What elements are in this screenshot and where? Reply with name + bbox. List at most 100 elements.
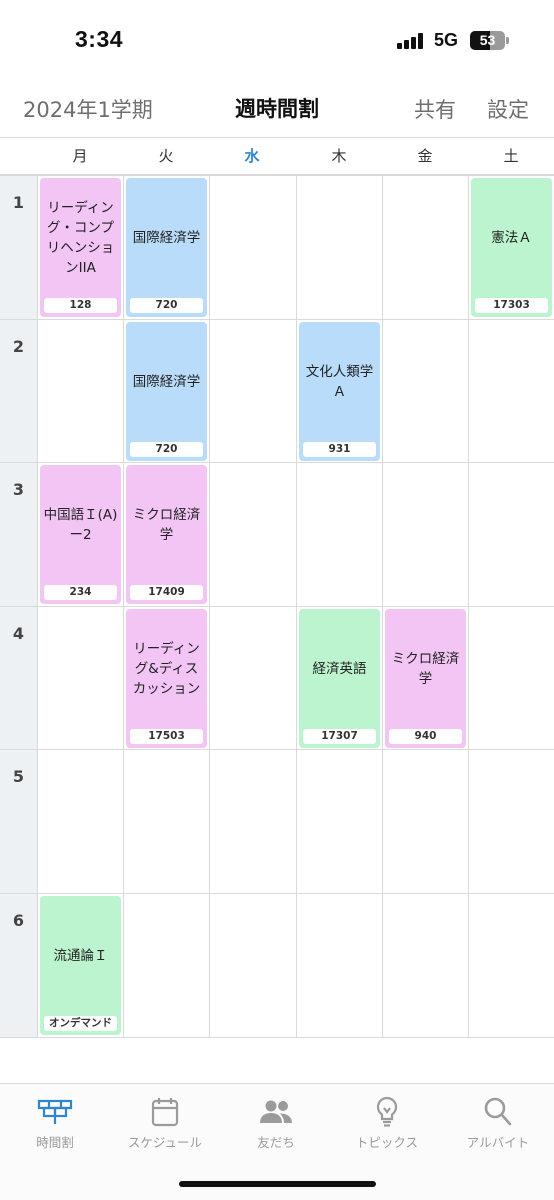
weekday-label: 木: [331, 147, 347, 165]
course-card[interactable]: 国際経済学 720: [126, 322, 207, 461]
period-number: 5: [12, 767, 25, 786]
tab-label: 友だち: [257, 1135, 295, 1150]
course-card[interactable]: 国際経済学 720: [126, 178, 207, 317]
empty-slot[interactable]: [383, 894, 468, 1037]
course-card[interactable]: リーディング&ディスカッション 17503: [126, 609, 207, 748]
period-number: 1: [12, 193, 25, 212]
network-type: 5G: [434, 30, 459, 50]
empty-slot[interactable]: [210, 463, 295, 606]
tab-friends[interactable]: 友だち: [221, 1092, 331, 1156]
course-card[interactable]: ミクロ経済学 17409: [126, 465, 207, 604]
weekday-label: 水: [244, 147, 260, 165]
course-name: 中国語Ｉ(A)ー2: [43, 506, 118, 543]
empty-slot[interactable]: [469, 607, 554, 750]
empty-slot[interactable]: [297, 463, 382, 606]
empty-slot[interactable]: [38, 607, 123, 750]
empty-slot[interactable]: [38, 750, 123, 893]
course-room: 931: [303, 442, 376, 457]
course-card[interactable]: 文化人類学Ａ 931: [299, 322, 380, 461]
nav-header: 2024年1学期 週時間割 共有 設定: [0, 80, 554, 138]
course-room: 128: [44, 298, 117, 313]
battery-level: 53: [479, 32, 496, 48]
course-name: 憲法Ａ: [491, 229, 532, 246]
empty-slot[interactable]: [124, 894, 209, 1037]
course-name: 経済英語: [312, 660, 367, 677]
empty-slot[interactable]: [210, 320, 295, 463]
weekday-label: 土: [503, 147, 519, 165]
page-title: 週時間割: [235, 97, 319, 121]
period-number: 3: [12, 480, 25, 499]
course-room: 17307: [303, 729, 376, 744]
timetable-grid: 1 2 3 4 5 6 リーディング・コンプリヘンションIIA 128 国際経済学 720 憲法Ａ 1…: [0, 175, 554, 1038]
course-name: リーディング&ディスカッション: [132, 640, 201, 697]
course-card[interactable]: 憲法Ａ 17303: [471, 178, 552, 317]
period-number: 2: [12, 337, 25, 356]
status-bar: 3:34 5G 53: [0, 0, 554, 80]
course-name: 流通論Ｉ: [53, 947, 108, 964]
battery-tip: [506, 37, 509, 44]
course-room: 234: [44, 585, 117, 600]
empty-slot[interactable]: [210, 894, 295, 1037]
course-room: 720: [130, 442, 203, 457]
course-name: 文化人類学Ａ: [305, 363, 374, 400]
course-room: 17303: [475, 298, 548, 313]
status-time: 3:34: [75, 26, 124, 52]
weekday-header: 月火水木金土: [0, 138, 554, 175]
calendar-icon: [151, 1098, 179, 1127]
empty-slot[interactable]: [124, 750, 209, 893]
period-number: 4: [12, 624, 25, 643]
home-indicator[interactable]: [179, 1181, 376, 1187]
empty-slot[interactable]: [38, 320, 123, 463]
empty-slot[interactable]: [297, 894, 382, 1037]
course-room: 720: [130, 298, 203, 313]
lightbulb-icon: [376, 1096, 398, 1127]
course-card[interactable]: ミクロ経済学 940: [385, 609, 466, 748]
period-number: 6: [12, 911, 25, 930]
friends-icon: [260, 1100, 292, 1123]
course-room: 17409: [130, 585, 203, 600]
settings-button[interactable]: 設定: [487, 94, 529, 124]
tab-timetable[interactable]: 時間割: [0, 1092, 110, 1156]
tab-label: スケジュール: [127, 1135, 203, 1150]
tab-schedule[interactable]: スケジュール: [110, 1092, 220, 1156]
tab-label: トピックス: [355, 1135, 419, 1150]
course-card[interactable]: 経済英語 17307: [299, 609, 380, 748]
empty-slot[interactable]: [383, 463, 468, 606]
course-name: 国際経済学: [132, 373, 201, 390]
course-name: 国際経済学: [132, 229, 201, 246]
tab-label: 時間割: [36, 1135, 74, 1150]
course-name: ミクロ経済学: [132, 506, 201, 543]
empty-slot[interactable]: [469, 894, 554, 1037]
course-name: ミクロ経済学: [391, 650, 460, 687]
course-room: オンデマンド: [44, 1016, 117, 1031]
weekday-label: 金: [417, 147, 433, 165]
battery-icon: 53: [470, 31, 505, 50]
empty-slot[interactable]: [469, 320, 554, 463]
course-room: 17503: [130, 729, 203, 744]
empty-slot[interactable]: [297, 176, 382, 319]
empty-slot[interactable]: [383, 320, 468, 463]
empty-slot[interactable]: [469, 463, 554, 606]
tab-parttime[interactable]: アルバイト: [443, 1092, 553, 1156]
empty-slot[interactable]: [297, 750, 382, 893]
cellular-signal-icon: [397, 33, 427, 49]
tab-label: アルバイト: [466, 1135, 530, 1150]
empty-slot[interactable]: [383, 176, 468, 319]
share-button[interactable]: 共有: [414, 94, 456, 124]
course-card[interactable]: 流通論Ｉ オンデマンド: [40, 896, 121, 1035]
weekday-label: 月: [72, 147, 88, 165]
weekday-label: 火: [158, 147, 174, 165]
empty-slot[interactable]: [210, 750, 295, 893]
timetable-icon: [37, 1099, 73, 1124]
course-card[interactable]: 中国語Ｉ(A)ー2 234: [40, 465, 121, 604]
grid-hline: [0, 1037, 554, 1038]
empty-slot[interactable]: [469, 750, 554, 893]
empty-slot[interactable]: [210, 607, 295, 750]
empty-slot[interactable]: [210, 176, 295, 319]
course-name: リーディング・コンプリヘンションIIA: [46, 199, 115, 276]
empty-slot[interactable]: [383, 750, 468, 893]
course-room: 940: [389, 729, 462, 744]
search-icon: [484, 1097, 512, 1126]
course-card[interactable]: リーディング・コンプリヘンションIIA 128: [40, 178, 121, 317]
tab-topics[interactable]: トピックス: [332, 1092, 442, 1156]
